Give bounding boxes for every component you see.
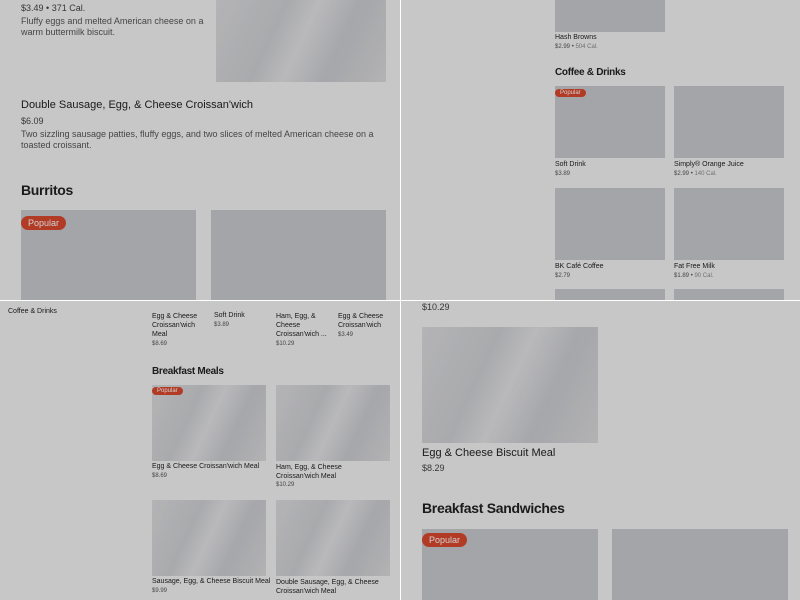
item-price-cal: $1.89 • 90 Cal. [674,273,714,279]
item-image[interactable] [674,86,784,158]
popular-badge: Popular [152,387,183,395]
item-price: $3.89 [555,171,571,177]
item-image[interactable] [422,327,598,443]
item-price: $3.89 [214,322,230,328]
item-description: Two sizzling sausage patties, fluffy egg… [21,129,374,150]
item-price-cal: $2.99 • 504 Cal. [555,44,598,50]
item-name[interactable]: Soft Drink [214,312,245,319]
item-price: $10.29 [276,341,295,347]
item-image[interactable] [555,0,665,32]
item-image[interactable] [276,500,390,576]
item-image[interactable] [674,289,784,300]
item-name[interactable]: Ham, Egg, & Cheese Croissan'wich Meal [276,463,386,481]
item-image[interactable] [211,210,386,300]
menu-pane-breakfast-burritos: $3.49 • 371 Cal. Fluffy eggs and melted … [0,0,400,300]
section-title-coffee-drinks: Coffee & Drinks [555,67,626,78]
item-name[interactable]: Egg & Cheese Croissan'wich Meal [152,312,208,339]
item-name[interactable]: BK Café Coffee [555,263,604,270]
item-image[interactable] [216,0,386,82]
pane-divider [0,300,800,301]
item-name[interactable]: Hash Browns [555,34,597,41]
item-name[interactable]: Simply® Orange Juice [674,161,744,168]
sidebar-item-coffee-drinks[interactable]: Coffee & Drinks [8,308,57,315]
item-price-cal: $2.99 • 140 Cal. [674,171,717,177]
item-image[interactable] [555,289,665,300]
item-price: $8.29 [422,463,445,473]
item-name[interactable]: Sausage, Egg, & Cheese Biscuit Meal [152,578,270,585]
item-price: $8.69 [152,473,168,479]
item-image[interactable] [276,385,390,461]
section-title-breakfast-meals: Breakfast Meals [152,366,224,377]
item-name[interactable]: Double Sausage, Egg, & Cheese Croissan'w… [276,578,386,596]
item-name[interactable]: Egg & Cheese Croissan'wich Meal [152,463,259,470]
item-name[interactable]: Double Sausage, Egg, & Cheese Croissan'w… [21,99,253,111]
popular-badge: Popular [555,89,586,97]
item-price: $3.49 [338,332,354,338]
menu-pane-coffee-drinks: Hash Browns $2.99 • 504 Cal. Coffee & Dr… [401,0,800,300]
item-price: $10.29 [276,482,295,488]
item-price: $8.69 [152,341,168,347]
item-price-cal: $3.49 • 371 Cal. [21,3,86,13]
item-name[interactable]: Ham, Egg, & Cheese Croissan'wich ... [276,312,332,339]
item-price: $6.09 [21,116,44,126]
item-price: $10.29 [422,302,450,312]
popular-badge: Popular [21,216,67,230]
item-image[interactable] [152,385,266,461]
item-name[interactable]: Soft Drink [555,161,586,168]
item-price: $9.99 [152,588,168,594]
menu-pane-breakfast-meals: Coffee & Drinks Egg & Cheese Croissan'wi… [0,301,400,600]
popular-badge: Popular [422,533,468,547]
item-description: Fluffy eggs and melted American cheese o… [21,16,204,37]
item-image[interactable] [612,529,788,600]
item-name[interactable]: Fat Free Milk [674,263,715,270]
item-name[interactable]: Egg & Cheese Croissan'wich [338,312,394,330]
item-image[interactable] [555,188,665,260]
menu-pane-breakfast-sandwiches: $10.29 Egg & Cheese Biscuit Meal $8.29 B… [401,301,800,600]
item-image[interactable] [674,188,784,260]
item-name[interactable]: Egg & Cheese Biscuit Meal [422,447,555,459]
item-image[interactable] [152,500,266,576]
section-title-breakfast-sandwiches: Breakfast Sandwiches [422,500,565,516]
section-title-burritos: Burritos [21,182,74,198]
item-price: $2.79 [555,273,571,279]
